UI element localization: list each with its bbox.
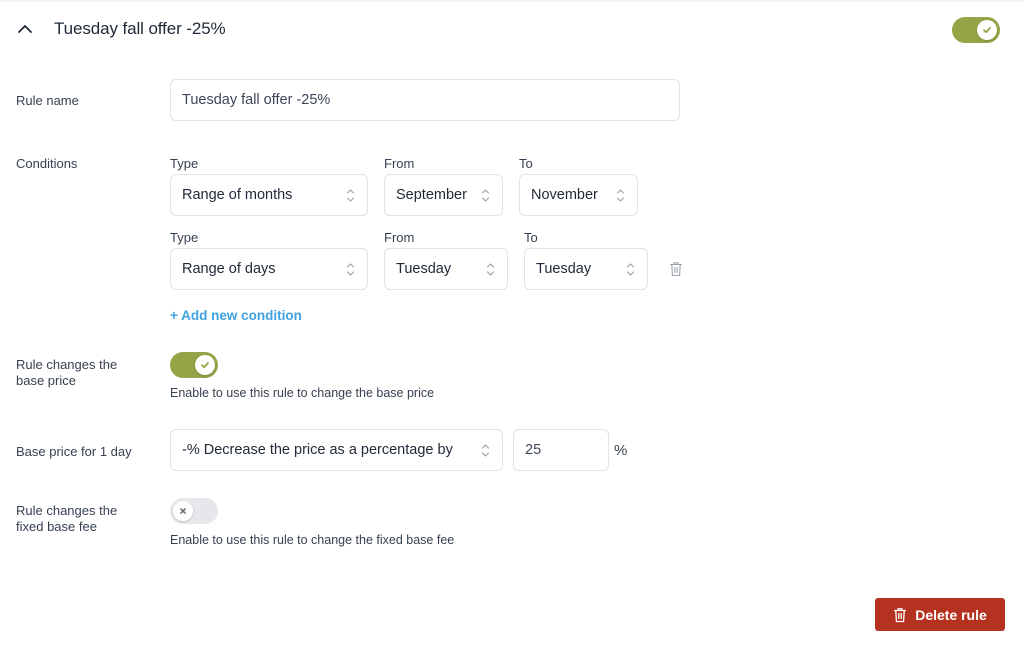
check-icon — [983, 27, 991, 34]
fixed-fee-toggle[interactable] — [170, 498, 218, 524]
select-updown-icon — [486, 263, 495, 276]
fixed-fee-hint: Enable to use this rule to change the fi… — [170, 533, 455, 547]
condition-from-label: From — [384, 156, 415, 171]
select-updown-icon — [626, 263, 635, 276]
conditions-label: Conditions — [16, 156, 78, 171]
condition-from-label: From — [384, 230, 415, 245]
price-amount-value: 25 — [525, 442, 542, 458]
fixed-fee-toggle-label: Rule changes the fixed base fee — [16, 503, 118, 534]
delete-condition-button[interactable] — [669, 261, 683, 277]
base-price-toggle[interactable] — [170, 352, 218, 378]
select-updown-icon — [346, 189, 355, 202]
condition-from-select[interactable]: Tuesday — [384, 248, 508, 290]
condition-from-value: September — [396, 187, 467, 203]
condition-from-select[interactable]: September — [384, 174, 503, 216]
condition-type-value: Range of months — [182, 187, 293, 203]
price-amount-input[interactable]: 25 — [513, 429, 609, 471]
condition-type-select[interactable]: Range of months — [170, 174, 368, 216]
trash-icon — [894, 607, 907, 622]
price-mode-value: -% Decrease the price as a percentage by — [182, 442, 453, 458]
select-updown-icon — [481, 189, 490, 202]
select-updown-icon — [346, 263, 355, 276]
condition-type-value: Range of days — [182, 261, 276, 277]
base-price-hint: Enable to use this rule to change the ba… — [170, 386, 435, 400]
delete-rule-label: Delete rule — [915, 606, 987, 623]
condition-to-label: To — [519, 156, 533, 171]
rule-title: Tuesday fall offer -25% — [54, 19, 226, 38]
rule-name-value: Tuesday fall offer -25% — [182, 92, 331, 108]
condition-type-label: Type — [170, 156, 199, 171]
condition-type-label: Type — [170, 230, 199, 245]
rule-header: Tuesday fall offer -25% — [0, 0, 1024, 60]
chevron-up-icon[interactable] — [16, 22, 34, 36]
condition-from-value: Tuesday — [396, 261, 452, 277]
base-price-label: Base price for 1 day — [16, 444, 132, 459]
rule-name-input[interactable]: Tuesday fall offer -25% — [170, 79, 680, 121]
rule-name-label: Rule name — [16, 93, 79, 108]
condition-type-select[interactable]: Range of days — [170, 248, 368, 290]
delete-rule-button[interactable]: Delete rule — [875, 598, 1005, 631]
condition-to-select[interactable]: November — [519, 174, 638, 216]
toggle-knob — [195, 355, 215, 375]
base-price-toggle-label: Rule changes the base price — [16, 357, 118, 388]
toggle-knob — [173, 501, 193, 521]
condition-to-value: November — [531, 187, 598, 203]
rule-enabled-toggle[interactable] — [952, 17, 1000, 43]
toggle-knob — [977, 20, 997, 40]
percent-unit: % — [614, 442, 628, 459]
trash-icon — [669, 262, 683, 277]
select-updown-icon — [481, 444, 490, 457]
add-condition-link[interactable]: + Add new condition — [170, 308, 302, 323]
x-icon — [180, 508, 186, 514]
check-icon — [201, 362, 209, 369]
condition-to-label: To — [524, 230, 538, 245]
condition-to-value: Tuesday — [536, 261, 592, 277]
select-updown-icon — [616, 189, 625, 202]
condition-to-select[interactable]: Tuesday — [524, 248, 648, 290]
price-mode-select[interactable]: -% Decrease the price as a percentage by — [170, 429, 503, 471]
